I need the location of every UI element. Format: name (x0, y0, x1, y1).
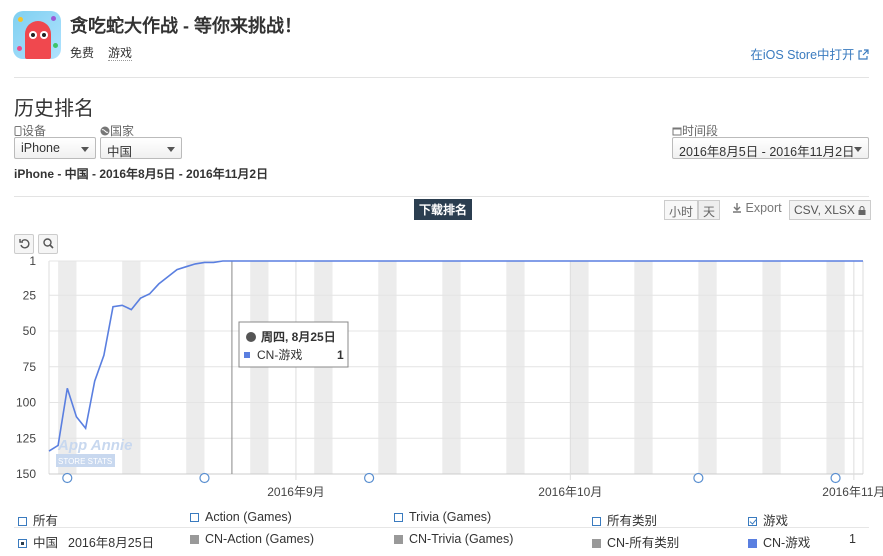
tooltip-date: 周四, 8月25日 (261, 330, 336, 344)
x-tick-label: 2016年10月 (538, 485, 602, 499)
event-marker[interactable] (62, 472, 73, 484)
legend-label: 中国 (33, 536, 59, 550)
legend-cn-games[interactable]: CN-游戏 (748, 532, 810, 551)
event-marker[interactable] (364, 472, 375, 484)
app-annie-watermark: App Annie STORE STATS (56, 437, 132, 467)
weekend-band (506, 261, 525, 474)
zoom-icon (42, 238, 54, 249)
legend-cn-all-categories[interactable]: CN-所有类别 (592, 532, 679, 551)
weekend-band (442, 261, 461, 474)
chevron-down-icon (854, 147, 862, 152)
app-meta: 免费 游戏 (70, 44, 133, 61)
divider (14, 196, 869, 197)
weekend-band (570, 261, 589, 474)
csv-label: CSV, XLSX (794, 203, 855, 217)
reset-zoom-button[interactable] (14, 234, 34, 254)
y-axis: 1255075100125150 (16, 254, 36, 481)
legend-values: 中国 2016年8月25日 CN-Action (Games) CN-Trivi… (14, 529, 869, 551)
weekend-band (378, 261, 397, 474)
section-title: 历史排名 (14, 98, 94, 120)
divider (14, 77, 869, 78)
open-in-store-link[interactable]: 在iOS Store中打开 (750, 44, 869, 63)
legend-label: Action (Games) (205, 510, 292, 524)
app-title: 贪吃蛇大作战 - 等你来挑战！ (70, 16, 302, 36)
weekend-band (762, 261, 781, 474)
app-icon (13, 11, 61, 59)
device-select-value: iPhone (21, 141, 60, 155)
price-label: 免费 (70, 46, 95, 60)
tooltip-series: CN-游戏 (257, 348, 302, 362)
device-select[interactable]: iPhone (14, 137, 96, 159)
legend-label: CN-Trivia (Games) (409, 532, 514, 546)
watermark-subtext: STORE STATS (58, 457, 112, 466)
legend-label: 所有类别 (607, 514, 658, 528)
chevron-down-icon (81, 147, 89, 152)
chevron-down-icon (167, 147, 175, 152)
legend-trivia[interactable]: Trivia (Games) (394, 510, 491, 524)
x-tick-label: 2016年9月 (267, 485, 324, 499)
period-select-value: 2016年8月5日 - 2016年11月2日 (679, 145, 855, 159)
y-tick-label: 1 (29, 254, 36, 268)
divider (14, 527, 869, 528)
y-tick-label: 75 (23, 360, 37, 374)
legend-country[interactable]: 中国 (18, 532, 58, 551)
weekend-bands (48, 261, 864, 474)
undo-icon (18, 239, 30, 249)
export-label: Export (745, 201, 782, 215)
globe-icon (246, 332, 256, 342)
chart-tooltip: 周四, 8月25日 CN-游戏 1 (238, 321, 349, 368)
chart-subtitle: iPhone - 中国 - 2016年8月5日 - 2016年11月2日 (14, 167, 269, 181)
legend-label: 所有 (33, 514, 59, 528)
y-tick-label: 150 (16, 467, 36, 481)
watermark-text: App Annie (57, 437, 132, 454)
legend-date: 2016年8月25日 (68, 536, 155, 550)
y-tick-label: 50 (23, 324, 37, 338)
globe-icon (100, 126, 110, 136)
legend-label: CN-Action (Games) (205, 532, 315, 546)
calendar-icon (672, 127, 682, 136)
external-link-icon (858, 49, 869, 60)
lock-icon (858, 206, 866, 215)
category-link[interactable]: 游戏 (108, 46, 133, 61)
country-select-value: 中国 (107, 145, 133, 159)
download-icon (733, 203, 741, 213)
period-select[interactable]: 2016年8月5日 - 2016年11月2日 (672, 137, 869, 159)
zoom-button[interactable] (38, 234, 58, 254)
tooltip-value: 1 (337, 348, 344, 362)
legend-label: Trivia (Games) (409, 510, 492, 524)
weekend-band (186, 261, 205, 474)
legend-categories: 所有 Action (Games) Trivia (Games) 所有类别 游戏 (14, 507, 869, 529)
legend-cn-games-value: 1 (849, 532, 856, 546)
csv-xlsx-button[interactable]: CSV, XLSX (789, 200, 872, 220)
weekend-band (826, 261, 845, 474)
event-marker[interactable] (830, 472, 841, 484)
legend-label: CN-所有类别 (607, 536, 680, 550)
device-label-text: 设备 (22, 124, 47, 138)
country-label-text: 国家 (110, 124, 135, 138)
y-tick-label: 25 (23, 288, 37, 302)
legend-label: CN-游戏 (763, 536, 811, 550)
rank-history-chart[interactable]: 1255075100125150 2016年9月 2016年10月 2016年11月… (0, 254, 883, 504)
weekend-band (634, 261, 653, 474)
weekend-band (698, 261, 717, 474)
open-store-label: 在iOS Store中打开 (750, 48, 855, 62)
x-tick-label: 2016年11月 (822, 485, 883, 499)
export-button[interactable]: Export (732, 201, 782, 215)
y-tick-label: 125 (16, 431, 36, 445)
event-markers (62, 472, 841, 484)
event-marker[interactable] (693, 472, 704, 484)
y-tick-label: 100 (16, 396, 36, 410)
legend-action[interactable]: Action (Games) (190, 510, 292, 524)
legend-label: 游戏 (763, 514, 789, 528)
download-rank-tab[interactable]: 下载排名 (414, 199, 473, 220)
day-toggle[interactable]: 天 (698, 200, 721, 220)
hour-toggle[interactable]: 小时 (664, 200, 699, 220)
period-label-text: 时间段 (682, 124, 719, 138)
legend-cn-action[interactable]: CN-Action (Games) (190, 532, 314, 546)
country-select[interactable]: 中国 (100, 137, 182, 159)
event-marker[interactable] (199, 472, 210, 484)
legend-cn-trivia[interactable]: CN-Trivia (Games) (394, 532, 513, 546)
device-icon (14, 126, 22, 136)
